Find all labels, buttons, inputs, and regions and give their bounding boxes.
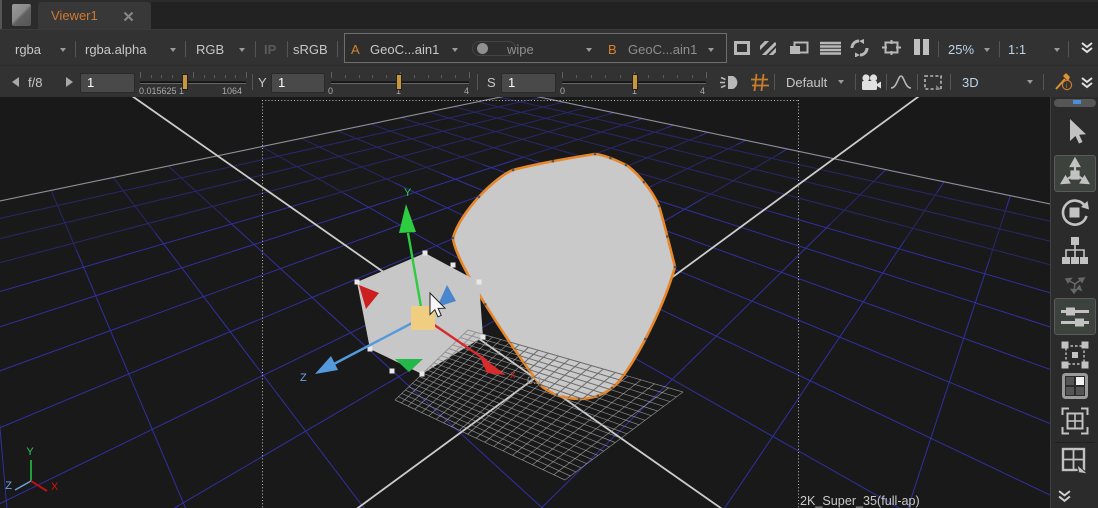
svg-text:Z: Z [5,480,12,492]
svg-text:Z: Z [300,372,307,384]
svg-text:X: X [51,481,59,493]
svg-text:0.1: 0.1 [527,375,542,387]
svg-text:x: x [510,369,516,381]
svg-text:i: i [1066,83,1068,90]
svg-text:Y: Y [26,446,34,458]
svg-text:2K_Super_35(full-ap): 2K_Super_35(full-ap) [800,494,920,508]
svg-text:Y: Y [404,187,412,199]
